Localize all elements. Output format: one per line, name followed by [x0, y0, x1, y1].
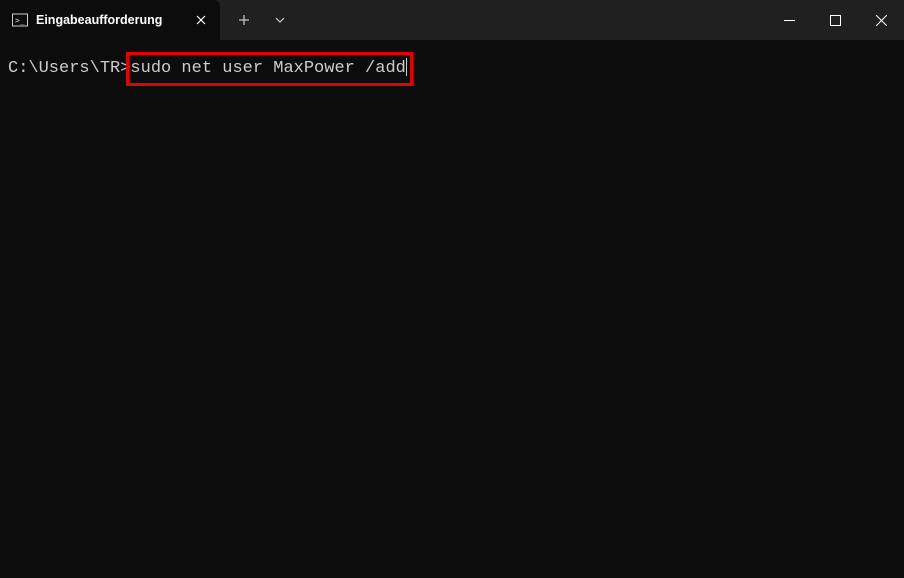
window-controls — [766, 0, 904, 40]
tab-close-button[interactable] — [192, 11, 210, 29]
tab-actions — [220, 0, 298, 40]
cursor-icon — [406, 58, 408, 76]
terminal-area[interactable]: C:\Users\TR>sudo net user MaxPower /add — [0, 40, 904, 98]
titlebar: >_ Eingabeaufforderung — [0, 0, 904, 40]
command-highlight: sudo net user MaxPower /add — [130, 58, 407, 80]
prompt: C:\Users\TR> — [8, 58, 130, 80]
minimize-button[interactable] — [766, 0, 812, 40]
new-tab-button[interactable] — [226, 0, 262, 40]
svg-text:>_: >_ — [15, 16, 25, 25]
tab-active[interactable]: >_ Eingabeaufforderung — [0, 0, 220, 40]
maximize-button[interactable] — [812, 0, 858, 40]
command-text: sudo net user MaxPower /add — [130, 59, 405, 78]
close-button[interactable] — [858, 0, 904, 40]
tab-dropdown-button[interactable] — [262, 0, 298, 40]
cmd-icon: >_ — [12, 12, 28, 28]
titlebar-drag-area[interactable] — [298, 0, 766, 40]
tab-title: Eingabeaufforderung — [36, 13, 184, 27]
terminal-line: C:\Users\TR>sudo net user MaxPower /add — [8, 58, 896, 80]
